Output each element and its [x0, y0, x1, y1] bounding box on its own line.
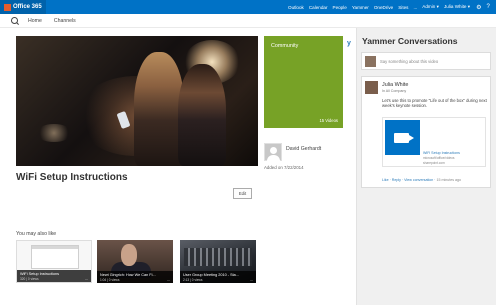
yammer-compose-box[interactable]: Say something about this video [361, 52, 491, 70]
person-left [134, 52, 184, 166]
tile-meta: 2:13 | 0 views [183, 278, 203, 282]
video-thumbnail [385, 120, 420, 155]
nav-more[interactable]: ... [413, 5, 417, 10]
author-avatar [264, 143, 282, 161]
suite-nav: Outlook Calendar People Yammer OneDrive … [288, 0, 445, 14]
post-action-links[interactable]: Like · Reply · View conversation · [382, 178, 436, 182]
screenshot-thumbnail [31, 245, 79, 269]
office-icon [4, 3, 11, 11]
added-date: Added on 7/22/2014 [264, 165, 304, 170]
help-icon[interactable]: ? [486, 4, 489, 10]
yammer-panel: Yammer Conversations Say something about… [356, 28, 496, 305]
yammer-icon[interactable]: y [347, 40, 351, 47]
user-area: Julia White ▾ ⚙ ? [444, 0, 495, 14]
post-user[interactable]: Julia White [382, 82, 408, 88]
nav-sites[interactable]: Sites [398, 5, 408, 10]
shared-video-card[interactable]: WiFi Setup Instructions microsoft/office… [382, 117, 486, 167]
video-title: WiFi Setup Instructions [16, 172, 128, 183]
yammer-post: Julia White In All Company Let's use thi… [361, 76, 491, 188]
card-title[interactable]: WiFi Setup Instructions [423, 151, 460, 155]
more-icon[interactable]: ... [167, 278, 170, 282]
avatar [365, 56, 376, 67]
more-icon[interactable]: ... [85, 277, 88, 281]
compose-placeholder: Say something about this video [380, 59, 439, 64]
nav-home-link[interactable]: Home [28, 18, 42, 24]
related-heading: You may also like [16, 231, 57, 237]
post-actions: Like · Reply · View conversation · 15 mi… [382, 178, 461, 182]
gear-icon[interactable]: ⚙ [476, 4, 481, 11]
community-label: Community [271, 43, 299, 49]
video-portal-nav: Home Channels [0, 14, 496, 28]
nav-calendar[interactable]: Calendar [309, 5, 328, 10]
nav-channels-link[interactable]: Channels [54, 18, 76, 24]
nav-yammer[interactable]: Yammer [352, 5, 369, 10]
related-video-tile[interactable]: Newt Gingrich: How We Can Fi... 1:04 | 0… [97, 240, 173, 283]
community-tile[interactable]: Community 15 Videos [264, 36, 343, 128]
card-domain: sharepoint.com [423, 161, 445, 165]
card-url: microsoft/office/videos [423, 156, 455, 160]
post-time: 15 minutes ago [436, 178, 462, 182]
avatar [365, 81, 378, 94]
brand-label: Office 365 [13, 4, 42, 10]
post-message: Let's use this to promote "Life out of t… [382, 98, 487, 109]
tile-meta: 320 | 0 views [20, 277, 39, 281]
user-menu[interactable]: Julia White ▾ [444, 4, 470, 10]
author-name[interactable]: David Gerhardt [286, 146, 321, 152]
post-group[interactable]: In All Company [382, 89, 406, 93]
nav-onedrive[interactable]: OneDrive [374, 5, 393, 10]
nav-outlook[interactable]: Outlook [288, 5, 304, 10]
tile-title: WiFi Setup Instructions [20, 272, 60, 276]
more-icon[interactable]: ... [250, 278, 253, 282]
video-player[interactable] [16, 36, 258, 166]
community-video-count: 15 Videos [319, 118, 338, 123]
tile-title: User Group Meeting 2010 - Sta... [183, 273, 239, 277]
edit-button[interactable]: Edit [233, 188, 252, 199]
video-camera-icon [394, 133, 409, 143]
office365-logo[interactable]: Office 365 [0, 0, 46, 14]
tile-title: Newt Gingrich: How We Can Fi... [100, 273, 156, 277]
person-right [178, 64, 226, 166]
tile-meta: 1:04 | 0 views [100, 278, 120, 282]
related-video-tile[interactable]: User Group Meeting 2010 - Sta... 2:13 | … [180, 240, 256, 283]
related-video-tile[interactable]: WiFi Setup Instructions 320 | 0 views ..… [16, 240, 92, 283]
nav-admin[interactable]: Admin ▾ [422, 4, 439, 10]
nav-people[interactable]: People [333, 5, 347, 10]
search-icon[interactable] [11, 17, 18, 24]
yammer-title: Yammer Conversations [362, 36, 458, 46]
